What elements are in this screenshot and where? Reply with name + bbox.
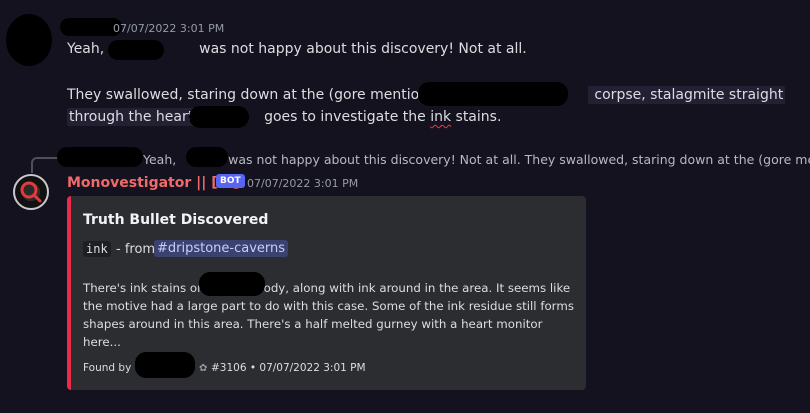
redacted-name xyxy=(186,147,228,167)
footer-text: #3106 • 07/07/2022 3:01 PM xyxy=(211,362,366,374)
misspelled-word[interactable]: ink xyxy=(430,109,451,125)
from-label: - from xyxy=(116,242,156,257)
redacted-finder xyxy=(135,352,195,378)
channel-mention[interactable]: #dripstone-caverns xyxy=(154,240,289,257)
bot-badge: BOT xyxy=(216,174,245,188)
message-line-3: through the heart. goes to investigate t… xyxy=(67,108,502,126)
redacted-avatar xyxy=(6,14,52,66)
redacted-name xyxy=(189,106,249,128)
bot-author-name[interactable]: Monovestigator || [v!] xyxy=(67,175,240,191)
redacted-reply-author xyxy=(57,147,143,167)
embed-title: Truth Bullet Discovered xyxy=(83,212,269,228)
inline-code: ink xyxy=(83,241,111,257)
reply-preview[interactable]: Yeah, was not happy about this discovery… xyxy=(60,152,810,167)
redacted-name xyxy=(199,272,265,296)
bot-avatar[interactable] xyxy=(13,174,49,210)
message-timestamp: 07/07/2022 3:01 PM xyxy=(113,22,225,35)
redacted-name xyxy=(108,40,164,60)
magnifier-icon xyxy=(20,181,42,203)
emoji-icon: ✿ xyxy=(199,363,208,374)
truth-bullet-embed: Truth Bullet Discovered ink - from #drip… xyxy=(67,196,586,390)
embed-description: There's ink stains on body, along with i… xyxy=(83,281,574,349)
bot-message-timestamp: 07/07/2022 3:01 PM xyxy=(247,177,359,190)
chat-view: 07/07/2022 3:01 PM Yeah, was not happy a… xyxy=(0,0,810,413)
footer-label: Found by xyxy=(83,362,132,374)
redacted-name xyxy=(418,82,568,106)
